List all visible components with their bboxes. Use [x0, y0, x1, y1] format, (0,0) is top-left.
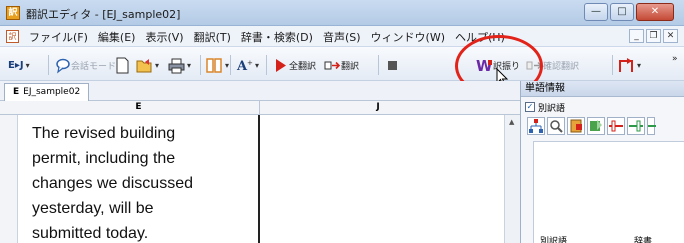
- source-line: changes we discussed: [32, 175, 193, 192]
- new-file-icon: [114, 57, 131, 74]
- source-line: submitted today.: [32, 225, 149, 242]
- confirm-translate-label: 確認翻訳: [543, 61, 580, 72]
- dictionary-column[interactable]: 辞書: [634, 234, 652, 243]
- translate-all-button[interactable]: 全翻訳: [272, 55, 316, 75]
- document-tab-prefix: E: [13, 87, 20, 97]
- chevron-down-icon: ▾: [225, 60, 230, 70]
- alt-translation-column[interactable]: 別訳語: [540, 234, 567, 243]
- source-line: permit, including the: [32, 150, 176, 167]
- folder-icon: [136, 57, 153, 74]
- columns-icon: [206, 57, 223, 74]
- mdi-close-button[interactable]: ✕: [663, 29, 678, 43]
- speech-bubble-icon: [54, 57, 71, 74]
- slider-right-icon[interactable]: [627, 117, 645, 135]
- menu-edit[interactable]: 編集(E): [93, 29, 141, 45]
- window-controls: — □ ✕: [584, 3, 674, 21]
- toolbar: E▸J ▾ 会話モード ▾ ▾ ▾ A + ▾ 全翻訳 翻訳 W 訳振り 確認翻…: [0, 47, 684, 81]
- translate-button[interactable]: 翻訳: [324, 55, 359, 75]
- mdi-restore-button[interactable]: ❐: [646, 29, 661, 43]
- undo-icon: [618, 57, 635, 74]
- conversation-mode-label: 会話モード: [71, 61, 117, 72]
- window-title: 翻訳エディタ - [EJ_sample02]: [26, 8, 181, 21]
- panel-toolbar: [527, 117, 656, 135]
- column-headers: E J: [0, 101, 520, 115]
- chevron-down-icon: ▾: [187, 60, 192, 70]
- toolbar-separator: [266, 55, 267, 75]
- vertical-scrollbar[interactable]: ▲: [504, 115, 520, 243]
- panel-title: 単語情報: [521, 81, 684, 97]
- document-tab-bar: E EJ_sample02: [0, 81, 520, 101]
- document-icon[interactable]: 訳: [6, 30, 19, 43]
- toolbar-overflow-button[interactable]: »: [672, 49, 678, 69]
- editor-area: The revised building permit, including t…: [0, 115, 520, 243]
- open-file-button[interactable]: ▾: [136, 55, 159, 75]
- alt-translation-label: 別訳語: [538, 103, 566, 114]
- chevron-down-icon: ▾: [25, 60, 30, 70]
- menu-dictionary[interactable]: 辞書・検索(D): [236, 29, 318, 45]
- source-column-header: E: [18, 101, 260, 115]
- toolbar-separator: [378, 55, 379, 75]
- direction-dropdown[interactable]: E▸J ▾: [8, 55, 30, 75]
- menu-bar: 訳 ファイル(F) 編集(E) 表示(V) 翻訳(T) 辞書・検索(D) 音声(…: [0, 26, 684, 47]
- new-document-button[interactable]: [114, 55, 131, 75]
- register-word-icon[interactable]: [587, 117, 605, 135]
- mdi-minimize-button[interactable]: _: [629, 29, 644, 43]
- undo-button[interactable]: ▾: [618, 55, 641, 75]
- menu-view[interactable]: 表示(V): [140, 29, 188, 45]
- search-icon[interactable]: [547, 117, 565, 135]
- dictionary-icon[interactable]: [567, 117, 585, 135]
- stop-icon: [384, 57, 401, 74]
- toolbar-separator: [612, 55, 613, 75]
- menu-file[interactable]: ファイル(F): [24, 29, 93, 45]
- scroll-up-icon[interactable]: ▲: [509, 118, 514, 126]
- layout-button[interactable]: ▾: [206, 55, 229, 75]
- stop-button[interactable]: [384, 55, 401, 75]
- slider-left-icon[interactable]: [607, 117, 625, 135]
- document-tab-name: EJ_sample02: [23, 87, 81, 97]
- chevron-down-icon: ▾: [155, 60, 160, 70]
- source-line: The revised building: [32, 125, 176, 142]
- chevron-down-icon: ▾: [255, 60, 260, 70]
- toolbar-separator: [200, 55, 201, 75]
- printer-icon: [168, 57, 185, 74]
- translate-arrow-icon: [324, 57, 341, 74]
- title-bar: 訳 翻訳エディタ - [EJ_sample02] — □ ✕: [0, 0, 684, 26]
- translate-label: 翻訳: [341, 61, 360, 72]
- source-text[interactable]: The revised building permit, including t…: [32, 121, 257, 243]
- svg-text:+: +: [247, 59, 253, 67]
- translate-all-label: 全翻訳: [289, 61, 317, 72]
- document-tab[interactable]: E EJ_sample02: [4, 83, 90, 101]
- menu-voice[interactable]: 音声(S): [318, 29, 366, 45]
- font-size-icon: A +: [236, 57, 253, 74]
- alt-translation-toggle[interactable]: ✓ 別訳語: [525, 100, 565, 114]
- target-column-header: J: [376, 102, 380, 112]
- word-info-list: 別訳語 辞書: [533, 141, 684, 243]
- close-button[interactable]: ✕: [636, 3, 674, 21]
- word-info-columns: 別訳語 辞書: [534, 234, 684, 243]
- line-gutter: [0, 115, 18, 243]
- source-line: yesterday, will be: [32, 200, 154, 217]
- target-pane[interactable]: [262, 115, 504, 243]
- panel-overflow-icon[interactable]: [647, 117, 656, 135]
- source-pane[interactable]: The revised building permit, including t…: [18, 115, 260, 243]
- menu-window[interactable]: ウィンドウ(W): [366, 29, 450, 45]
- minimize-button[interactable]: —: [584, 3, 608, 21]
- chevron-down-icon: ▾: [637, 60, 642, 70]
- toolbar-separator: [48, 55, 49, 75]
- app-icon[interactable]: 訳: [6, 6, 20, 20]
- checkbox-checked-icon[interactable]: ✓: [525, 102, 535, 112]
- play-icon: [272, 57, 289, 74]
- menu-translate[interactable]: 翻訳(T): [189, 29, 236, 45]
- hierarchy-icon[interactable]: [527, 117, 545, 135]
- toolbar-separator: [230, 55, 231, 75]
- font-size-button[interactable]: A + ▾: [236, 55, 259, 75]
- word-info-panel: 単語情報 ✓ 別訳語 別訳語 辞書: [520, 81, 684, 243]
- print-button[interactable]: ▾: [168, 55, 191, 75]
- maximize-button[interactable]: □: [610, 3, 634, 21]
- conversation-mode-button[interactable]: 会話モード: [54, 55, 116, 75]
- direction-label: E▸J: [8, 59, 24, 71]
